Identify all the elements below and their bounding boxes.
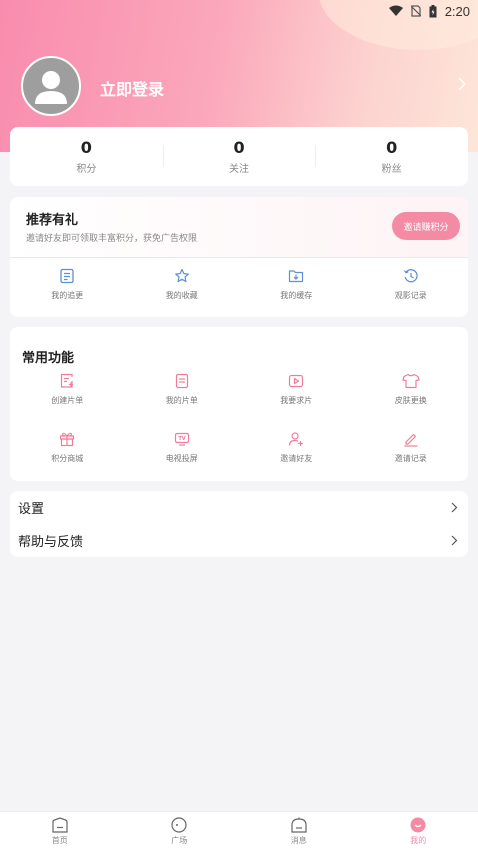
stat-points[interactable]: 0 积分 xyxy=(10,137,163,175)
tv-cast-item[interactable]: TV 电视投屏 xyxy=(125,431,240,464)
my-favorites-item[interactable]: 我的收藏 xyxy=(125,268,240,301)
tv-cast-icon: TV xyxy=(174,432,189,446)
recommend-banner: 推荐有礼 邀请好友即可领取丰富积分，获免广告权限 邀请赚积分 xyxy=(10,197,468,258)
tab-label: 消息 xyxy=(290,836,307,845)
request-film-item[interactable]: 我要求片 xyxy=(239,373,354,406)
create-list-icon xyxy=(61,373,74,388)
stats-card: 0 积分 0 关注 0 粉丝 xyxy=(10,127,468,186)
mine-icon xyxy=(410,817,426,833)
item-label: 邀请好友 xyxy=(280,454,313,463)
item-label: 我的收藏 xyxy=(165,291,198,300)
star-icon xyxy=(174,268,189,283)
invite-friends-item[interactable]: 邀请好友 xyxy=(239,431,354,464)
stat-value: 0 xyxy=(386,137,398,157)
my-follow-item[interactable]: 我的追更 xyxy=(10,268,125,301)
stat-label: 粉丝 xyxy=(381,163,402,175)
history-icon xyxy=(403,269,418,283)
item-label: 创建片单 xyxy=(51,396,84,405)
edit-record-icon xyxy=(404,433,418,447)
message-icon xyxy=(291,817,307,833)
my-list-icon xyxy=(175,373,188,389)
status-time: 2:20 xyxy=(444,3,470,19)
download-folder-icon xyxy=(289,270,304,283)
shirt-icon xyxy=(402,373,420,389)
stat-following[interactable]: 0 关注 xyxy=(162,137,316,175)
item-label: 我要求片 xyxy=(280,396,313,405)
recommend-card: 推荐有礼 邀请好友即可领取丰富积分，获免广告权限 邀请赚积分 我的追更 我的收藏… xyxy=(10,197,468,317)
tab-label: 广场 xyxy=(171,836,188,845)
battery-icon xyxy=(429,4,437,17)
status-bar: 2:20 xyxy=(0,0,478,22)
invite-record-item[interactable]: 邀请记录 xyxy=(354,431,469,464)
menu-item-label: 帮助与反馈 xyxy=(18,535,84,550)
menu-item-label: 设置 xyxy=(18,502,45,517)
item-label: 皮肤更换 xyxy=(394,396,427,405)
item-label: 观影记录 xyxy=(394,291,427,300)
chevron-right-icon[interactable] xyxy=(458,77,466,91)
avatar[interactable] xyxy=(21,56,81,116)
stat-label: 关注 xyxy=(229,163,249,175)
item-label: 我的缓存 xyxy=(280,291,313,300)
tab-label: 首页 xyxy=(51,836,68,845)
change-skin-item[interactable]: 皮肤更换 xyxy=(354,373,469,406)
create-list-item[interactable]: 创建片单 xyxy=(10,373,125,406)
chevron-right-icon xyxy=(451,535,458,546)
svg-text:TV: TV xyxy=(178,436,185,442)
no-sim-icon xyxy=(410,5,421,17)
item-label: 我的追更 xyxy=(51,291,84,300)
item-label: 我的片单 xyxy=(165,396,198,405)
menu-item-help-feedback[interactable]: 帮助与反馈 xyxy=(10,524,468,557)
item-label: 邀请记录 xyxy=(394,454,427,463)
wifi-icon xyxy=(388,5,403,16)
tab-home[interactable]: 首页 xyxy=(0,812,120,851)
chevron-right-icon xyxy=(451,502,458,513)
menu-card: 设置 帮助与反馈 xyxy=(10,491,468,557)
recommend-desc: 邀请好友即可领取丰富积分，获免广告权限 xyxy=(26,234,198,244)
recommend-title: 推荐有礼 xyxy=(26,213,79,228)
item-label: 积分商城 xyxy=(51,454,84,463)
invite-user-icon xyxy=(289,432,304,446)
play-request-icon xyxy=(289,374,304,388)
common-functions-card: 常用功能 创建片单 我的片单 我要求片 皮肤更换 积分商城 TV 电视投屏 邀请… xyxy=(10,327,468,481)
item-label: 电视投屏 xyxy=(165,454,198,463)
section-title: 常用功能 xyxy=(22,351,75,366)
menu-item-settings[interactable]: 设置 xyxy=(10,491,468,524)
stat-label: 积分 xyxy=(76,163,97,175)
stat-value: 0 xyxy=(80,137,92,157)
tab-messages[interactable]: 消息 xyxy=(239,812,359,851)
home-icon xyxy=(52,817,68,833)
tab-square[interactable]: 广场 xyxy=(120,812,240,851)
bottom-tab-bar: 首页 广场 消息 我的 xyxy=(0,811,478,851)
login-link[interactable]: 立即登录 xyxy=(100,76,164,100)
tab-label: 我的 xyxy=(410,836,427,845)
stat-fans[interactable]: 0 粉丝 xyxy=(315,137,468,175)
points-mall-item[interactable]: 积分商城 xyxy=(10,431,125,464)
invite-earn-button[interactable]: 邀请赚积分 xyxy=(392,212,460,240)
square-icon xyxy=(171,817,187,833)
stat-value: 0 xyxy=(233,137,245,157)
gift-icon xyxy=(60,432,75,447)
follow-list-icon xyxy=(60,268,74,284)
my-cache-item[interactable]: 我的缓存 xyxy=(239,268,354,301)
my-list-item[interactable]: 我的片单 xyxy=(125,373,240,406)
watch-history-item[interactable]: 观影记录 xyxy=(354,268,469,301)
tab-mine[interactable]: 我的 xyxy=(359,812,478,851)
